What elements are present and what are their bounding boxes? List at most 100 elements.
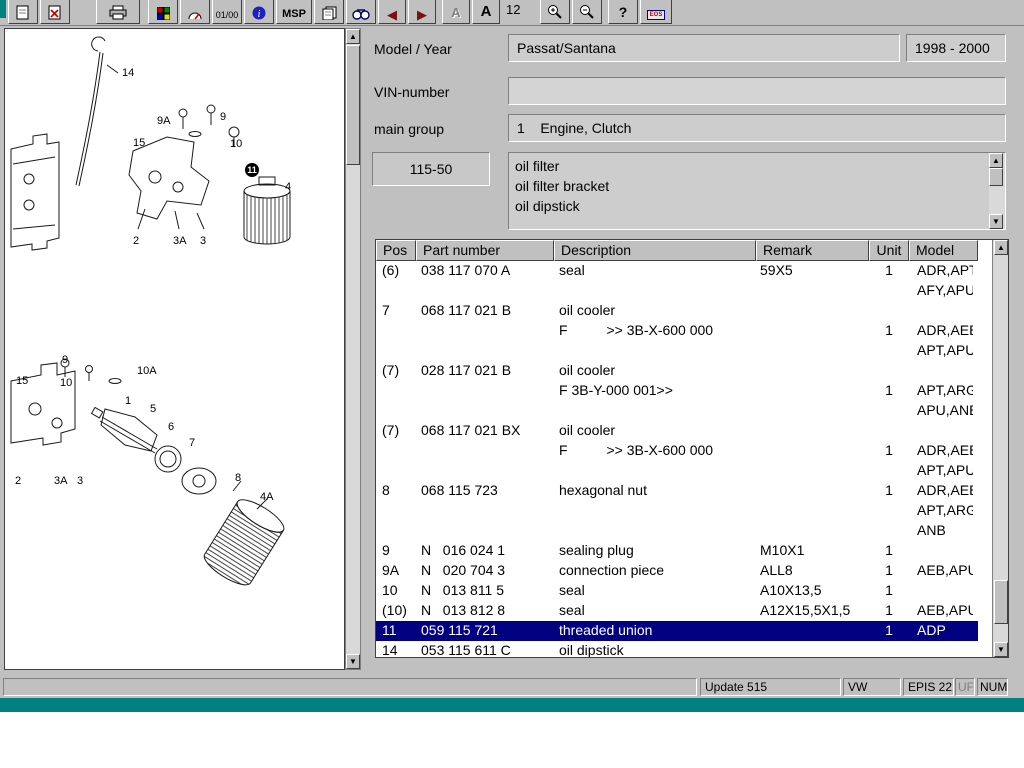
font-larger-button[interactable]: A [472,0,500,24]
table-row[interactable]: APT,ARG, [376,501,978,521]
table-row[interactable]: (10)N 013 812 8sealA12X15,5X1,51AEB,APU, [376,601,978,621]
eos-label: EOS [647,10,666,20]
diagram-callout-10[interactable]: 10 [230,138,242,150]
scroll-up-icon[interactable]: ▲ [994,240,1008,255]
pages-icon [322,6,337,20]
next-button[interactable]: ▶ [408,0,436,24]
font-smaller-button[interactable]: A [442,0,470,24]
vin-field[interactable] [508,77,1006,105]
subgroup-item[interactable]: oil filter [515,156,987,176]
table-row[interactable]: (6)038 117 070 Aseal59X51ADR,APT, [376,261,978,281]
ratio-button[interactable]: 01/00 [212,0,242,24]
items-scroll-thumb[interactable] [989,168,1003,186]
diagram-callout-4[interactable]: 4 [285,181,291,193]
zoom-out-button[interactable] [572,0,602,24]
table-row[interactable]: APT,APU [376,341,978,361]
document-icon [16,5,30,20]
diagram-callout-7[interactable]: 7 [189,437,195,449]
main-group-field[interactable]: 1 Engine, Clutch [508,114,1006,142]
diagram-callout-4A[interactable]: 4A [260,491,273,503]
table-row[interactable]: 9AN 020 704 3connection pieceALL81AEB,AP… [376,561,978,581]
diagram-callout-11[interactable]: 11 [245,163,259,177]
scroll-down-icon[interactable]: ▼ [989,214,1003,229]
table-row[interactable]: (7)028 117 021 Boil cooler [376,361,978,381]
scroll-down-icon[interactable]: ▼ [994,642,1008,657]
diagram-callout-9[interactable]: 9 [62,354,68,366]
subgroup-item[interactable]: oil dipstick [515,196,987,216]
table-row[interactable]: 10N 013 811 5sealA10X13,51 [376,581,978,601]
diagram-callout-1[interactable]: 1 [125,395,131,407]
zoom-out-icon [579,4,595,20]
diagram-callout-2[interactable]: 2 [15,475,21,487]
diagram-callout-6[interactable]: 6 [168,421,174,433]
diagram-callout-3[interactable]: 3 [77,475,83,487]
table-row[interactable]: AFY,APU, [376,281,978,301]
diagram-scrollbar[interactable]: ▲ ▼ [345,28,361,670]
prev-button[interactable]: ◀ [378,0,406,24]
diagram-callout-9[interactable]: 9 [220,111,226,123]
diagram-callout-2[interactable]: 2 [133,235,139,247]
toolbar: 01/00 i MSP ◀ ▶ A A 12 ? EOS [0,0,1024,26]
subgroup-items-box[interactable]: oil filter oil filter bracket oil dipsti… [508,152,1006,230]
table-scrollbar[interactable]: ▲ ▼ [992,240,1008,657]
subgroup-item[interactable]: oil filter bracket [515,176,987,196]
eos-button[interactable]: EOS [640,0,672,24]
diagram-callout-15[interactable]: 15 [16,375,28,387]
legend-button[interactable] [148,0,178,24]
print-button[interactable] [96,0,140,24]
table-row[interactable]: 8068 115 723hexagonal nut1ADR,AEB, [376,481,978,501]
delete-page-button[interactable] [40,0,70,24]
table-row[interactable]: F 3B-Y-000 001>>1APT,ARG, [376,381,978,401]
status-update-panel: Update 515 [700,678,841,696]
help-button[interactable]: ? [608,0,638,24]
diagram-callout-10[interactable]: 10 [60,377,72,389]
gauge-button[interactable] [180,0,210,24]
scroll-down-icon[interactable]: ▼ [346,654,360,669]
exploded-view-drawing [5,29,344,669]
items-scrollbar[interactable]: ▲ ▼ [989,153,1005,229]
msp-button[interactable]: MSP [276,0,312,24]
search-button[interactable] [346,0,376,24]
copies-button[interactable] [314,0,344,24]
table-row[interactable]: APT,APU [376,461,978,481]
epis-window: 01/00 i MSP ◀ ▶ A A 1 2 ? EOS [0,0,1024,698]
year-range-field[interactable]: 1998 - 2000 [906,34,1006,62]
scroll-up-icon[interactable]: ▲ [346,29,360,44]
diagram-callout-10A[interactable]: 10A [137,365,157,377]
desktop-background-strip [0,698,1024,712]
diagram-callout-8[interactable]: 8 [235,472,241,484]
diagram-callout-15[interactable]: 15 [133,137,145,149]
font-smaller-label: A [451,5,460,20]
table-row[interactable]: APU,ANB [376,401,978,421]
table-row[interactable]: F >> 3B-X-600 0001ADR,AEB, [376,441,978,461]
column-header-unit: Unit [869,240,909,261]
diagram-callout-5[interactable]: 5 [150,403,156,415]
prev-arrow-icon: ◀ [387,10,397,20]
table-body: (6)038 117 070 Aseal59X51ADR,APT,AFY,APU… [376,261,978,658]
table-row[interactable]: F >> 3B-X-600 0001ADR,AEB, [376,321,978,341]
table-row[interactable]: 14053 115 611 Coil dipstick [376,641,978,658]
diagram-callout-3A[interactable]: 3A [173,235,186,247]
info-button[interactable]: i [244,0,274,24]
diagram-callout-3[interactable]: 3 [200,235,206,247]
table-row[interactable]: 11059 115 721threaded union1ADP [376,621,978,641]
ratio-label: 01/00 [216,11,239,20]
table-row[interactable]: ANB [376,521,978,541]
zoom-in-button[interactable] [540,0,570,24]
subgroup-code-box[interactable]: 115-50 [372,152,490,186]
table-row[interactable]: (7)068 117 021 BXoil cooler [376,421,978,441]
table-scroll-thumb[interactable] [994,580,1008,624]
parts-diagram[interactable]: 149A9151011423A3910A1510156723A384A [4,28,345,670]
new-document-button[interactable] [8,0,38,24]
model-year-field[interactable]: Passat/Santana [508,34,900,62]
font-larger-label: A [481,3,492,20]
diagram-callout-14[interactable]: 14 [122,67,134,79]
diagram-scroll-thumb[interactable] [346,45,360,165]
info-icon: i [252,6,266,20]
table-row[interactable]: 7068 117 021 Boil cooler [376,301,978,321]
diagram-callout-9A[interactable]: 9A [157,115,170,127]
diagram-callout-3A[interactable]: 3A [54,475,67,487]
table-row[interactable]: 9N 016 024 1sealing plugM10X11 [376,541,978,561]
scroll-up-icon[interactable]: ▲ [989,153,1003,168]
delete-page-icon [48,5,62,20]
